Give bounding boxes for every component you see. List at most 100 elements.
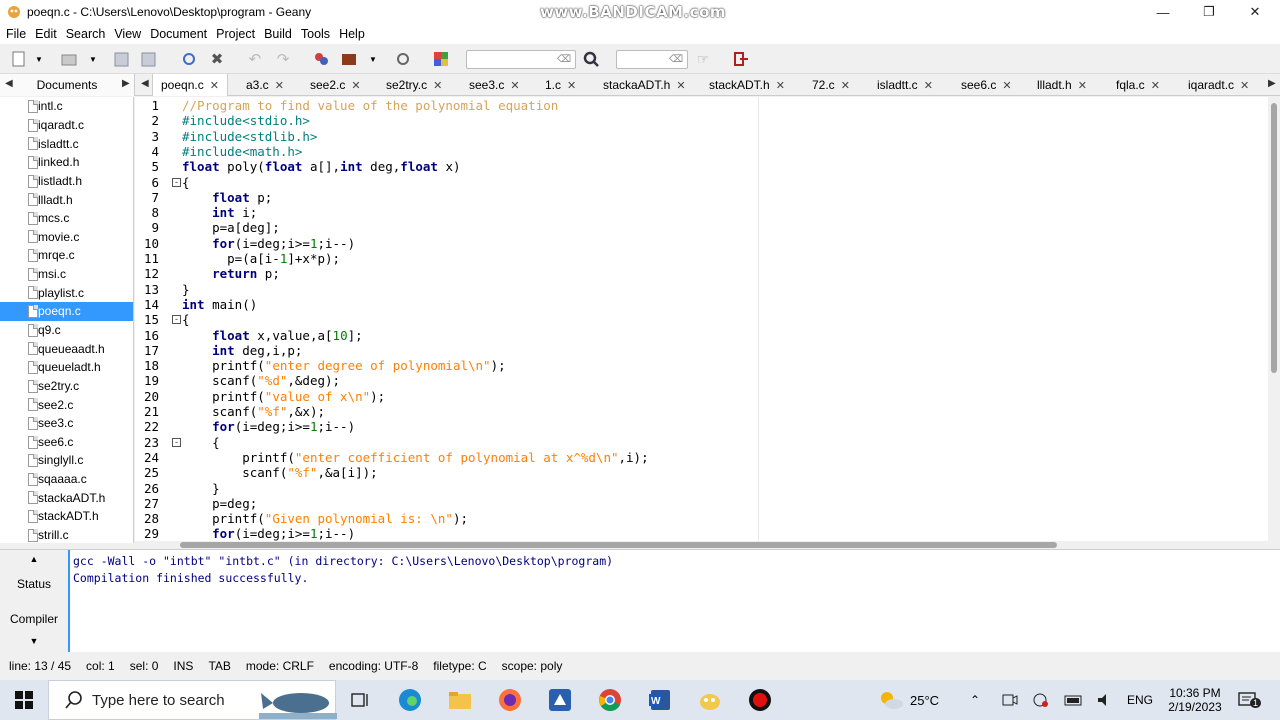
code-line[interactable]: float x,value,a[10]; <box>182 328 363 343</box>
close-tab-icon[interactable]: ✕ <box>567 80 576 92</box>
msg-tabs-down-icon[interactable]: ▼ <box>0 636 68 646</box>
task-view-button[interactable] <box>340 680 380 720</box>
close-tab-icon[interactable]: ✕ <box>776 80 785 92</box>
open-recent-dropdown[interactable]: ▼ <box>88 50 98 68</box>
close-tab-icon[interactable]: ✕ <box>1002 80 1011 92</box>
sidebar-file-item[interactable]: iqaradt.c <box>0 116 133 135</box>
build-button[interactable] <box>340 50 358 68</box>
close-tab-icon[interactable]: ✕ <box>1240 80 1249 92</box>
new-file-button[interactable] <box>10 50 28 68</box>
sidebar-file-item[interactable]: llladt.h <box>0 190 133 209</box>
code-line[interactable]: printf("enter coefficient of polynomial … <box>182 450 648 465</box>
code-line[interactable]: } <box>182 481 220 496</box>
close-tab-icon[interactable]: ✕ <box>275 80 284 92</box>
code-line[interactable]: #include<stdlib.h> <box>182 129 317 144</box>
find-button[interactable] <box>582 50 600 68</box>
code-line[interactable]: return p; <box>182 266 280 281</box>
tab-isladtt-c[interactable]: isladtt.c ✕ <box>877 74 933 96</box>
security-button[interactable] <box>1032 680 1050 720</box>
menu-edit[interactable]: Edit <box>29 27 60 41</box>
code-line[interactable]: #include<math.h> <box>182 144 302 159</box>
close-tab-icon[interactable]: ✕ <box>1078 80 1087 92</box>
close-tab-icon[interactable]: ✕ <box>510 80 519 92</box>
sidebar-file-item[interactable]: q9.c <box>0 321 133 340</box>
tab-llladt-h[interactable]: llladt.h ✕ <box>1037 74 1087 96</box>
sidebar-file-item[interactable]: see3.c <box>0 414 133 433</box>
code-line[interactable]: printf("Given polynomial is: \n"); <box>182 511 468 526</box>
input-language-button[interactable]: ENG <box>1127 680 1153 720</box>
code-line[interactable]: float p; <box>182 190 272 205</box>
undo-button[interactable]: ↶ <box>246 50 264 68</box>
redo-button[interactable]: ↷ <box>274 50 292 68</box>
msg-tabs-up-icon[interactable]: ▲ <box>0 554 68 564</box>
menu-document[interactable]: Document <box>144 27 210 41</box>
sidebar-file-item[interactable]: linked.h <box>0 153 133 172</box>
code-line[interactable]: for(i=deg;i>=1;i--) <box>182 526 355 541</box>
close-tab-icon[interactable]: ✕ <box>433 80 442 92</box>
battery-button[interactable] <box>1064 680 1084 720</box>
volume-button[interactable] <box>1096 680 1114 720</box>
code-line[interactable]: int deg,i,p; <box>182 343 302 358</box>
sidebar-file-item[interactable]: se2try.c <box>0 377 133 396</box>
fold-marker-icon[interactable]: - <box>172 315 181 325</box>
sidebar-file-item[interactable]: see2.c <box>0 395 133 414</box>
open-file-button[interactable] <box>60 50 78 68</box>
code-line[interactable]: p=a[deg]; <box>182 220 280 235</box>
taskbar-search-box[interactable]: Type here to search <box>48 680 337 720</box>
tab-see2-c[interactable]: see2.c ✕ <box>310 74 361 96</box>
code-line[interactable]: int i; <box>182 205 257 220</box>
sidebar-file-item[interactable]: mcs.c <box>0 209 133 228</box>
sidebar-file-item[interactable]: mrqe.c <box>0 246 133 265</box>
code-line[interactable]: printf("value of x\n"); <box>182 389 385 404</box>
sidebar-file-item[interactable]: stackADT.h <box>0 507 133 526</box>
quit-button[interactable] <box>732 50 750 68</box>
reload-button[interactable] <box>180 50 198 68</box>
horizontal-scroll-thumb[interactable] <box>180 542 1057 548</box>
close-tab-icon[interactable]: ✕ <box>210 80 219 92</box>
code-editor[interactable]: 1 2 3 4 5 6-7 8 9 10 11 12 13 14 15-16 17 18 19 20 21 22 23-… <box>135 97 1280 543</box>
taskbar-file-explorer[interactable] <box>440 680 480 720</box>
clock-button[interactable]: 10:36 PM 2/19/2023 <box>1162 680 1228 720</box>
close-tab-icon[interactable]: ✕ <box>1151 80 1160 92</box>
tabs-scroll-left-icon[interactable]: ◀ <box>141 78 149 89</box>
tab-fqla-c[interactable]: fqla.c ✕ <box>1116 74 1160 96</box>
meet-now-button[interactable] <box>1002 680 1018 720</box>
code-line[interactable]: { <box>182 175 190 190</box>
sidebar-file-item[interactable]: stackaADT.h <box>0 488 133 507</box>
compiler-output[interactable]: gcc -Wall -o "intbt" "intbt.c" (in direc… <box>68 550 1280 652</box>
close-tab-icon[interactable]: ✕ <box>841 80 850 92</box>
sidebar-file-item[interactable]: see6.c <box>0 433 133 452</box>
taskbar-geany[interactable] <box>690 680 730 720</box>
menu-project[interactable]: Project <box>210 27 258 41</box>
tab-see3-c[interactable]: see3.c ✕ <box>469 74 520 96</box>
color-chooser-button[interactable] <box>432 50 450 68</box>
code-line[interactable]: { <box>182 312 190 327</box>
close-tab-icon[interactable]: ✕ <box>351 80 360 92</box>
code-line[interactable]: printf("enter degree of polynomial\n"); <box>182 358 506 373</box>
clear-goto-button[interactable]: ⌫ <box>669 51 683 67</box>
taskbar-bandicam-app[interactable] <box>540 680 580 720</box>
editor-vertical-scrollbar[interactable] <box>1268 97 1280 543</box>
menu-build[interactable]: Build <box>258 27 295 41</box>
taskbar-firefox[interactable] <box>490 680 530 720</box>
tab-iqaradt-c[interactable]: iqaradt.c ✕ <box>1188 74 1249 96</box>
sidebar-file-item[interactable]: poeqn.c <box>0 302 133 321</box>
save-button[interactable] <box>112 50 130 68</box>
close-tab-icon[interactable]: ✕ <box>676 80 685 92</box>
start-button[interactable] <box>0 680 48 720</box>
menu-search[interactable]: Search <box>60 27 109 41</box>
code-line[interactable]: scanf("%d",&deg); <box>182 373 340 388</box>
vertical-scroll-thumb[interactable] <box>1271 103 1277 373</box>
code-line[interactable]: #include<stdio.h> <box>182 113 310 128</box>
goto-line-button[interactable]: ☞ <box>694 50 712 68</box>
sidebar-file-item[interactable]: singlyll.c <box>0 451 133 470</box>
tab-a3-c[interactable]: a3.c ✕ <box>246 74 284 96</box>
minimize-button[interactable]: — <box>1140 0 1186 24</box>
close-tab-icon[interactable]: ✕ <box>924 80 933 92</box>
tab-status[interactable]: Status <box>0 577 68 591</box>
code-line[interactable]: //Program to find value of the polynomia… <box>182 98 558 113</box>
scroll-left-icon[interactable]: ◀ <box>5 78 13 89</box>
menu-help[interactable]: Help <box>333 27 368 41</box>
close-window-button[interactable]: ✕ <box>1232 0 1278 24</box>
code-line[interactable]: p=deg; <box>182 496 257 511</box>
